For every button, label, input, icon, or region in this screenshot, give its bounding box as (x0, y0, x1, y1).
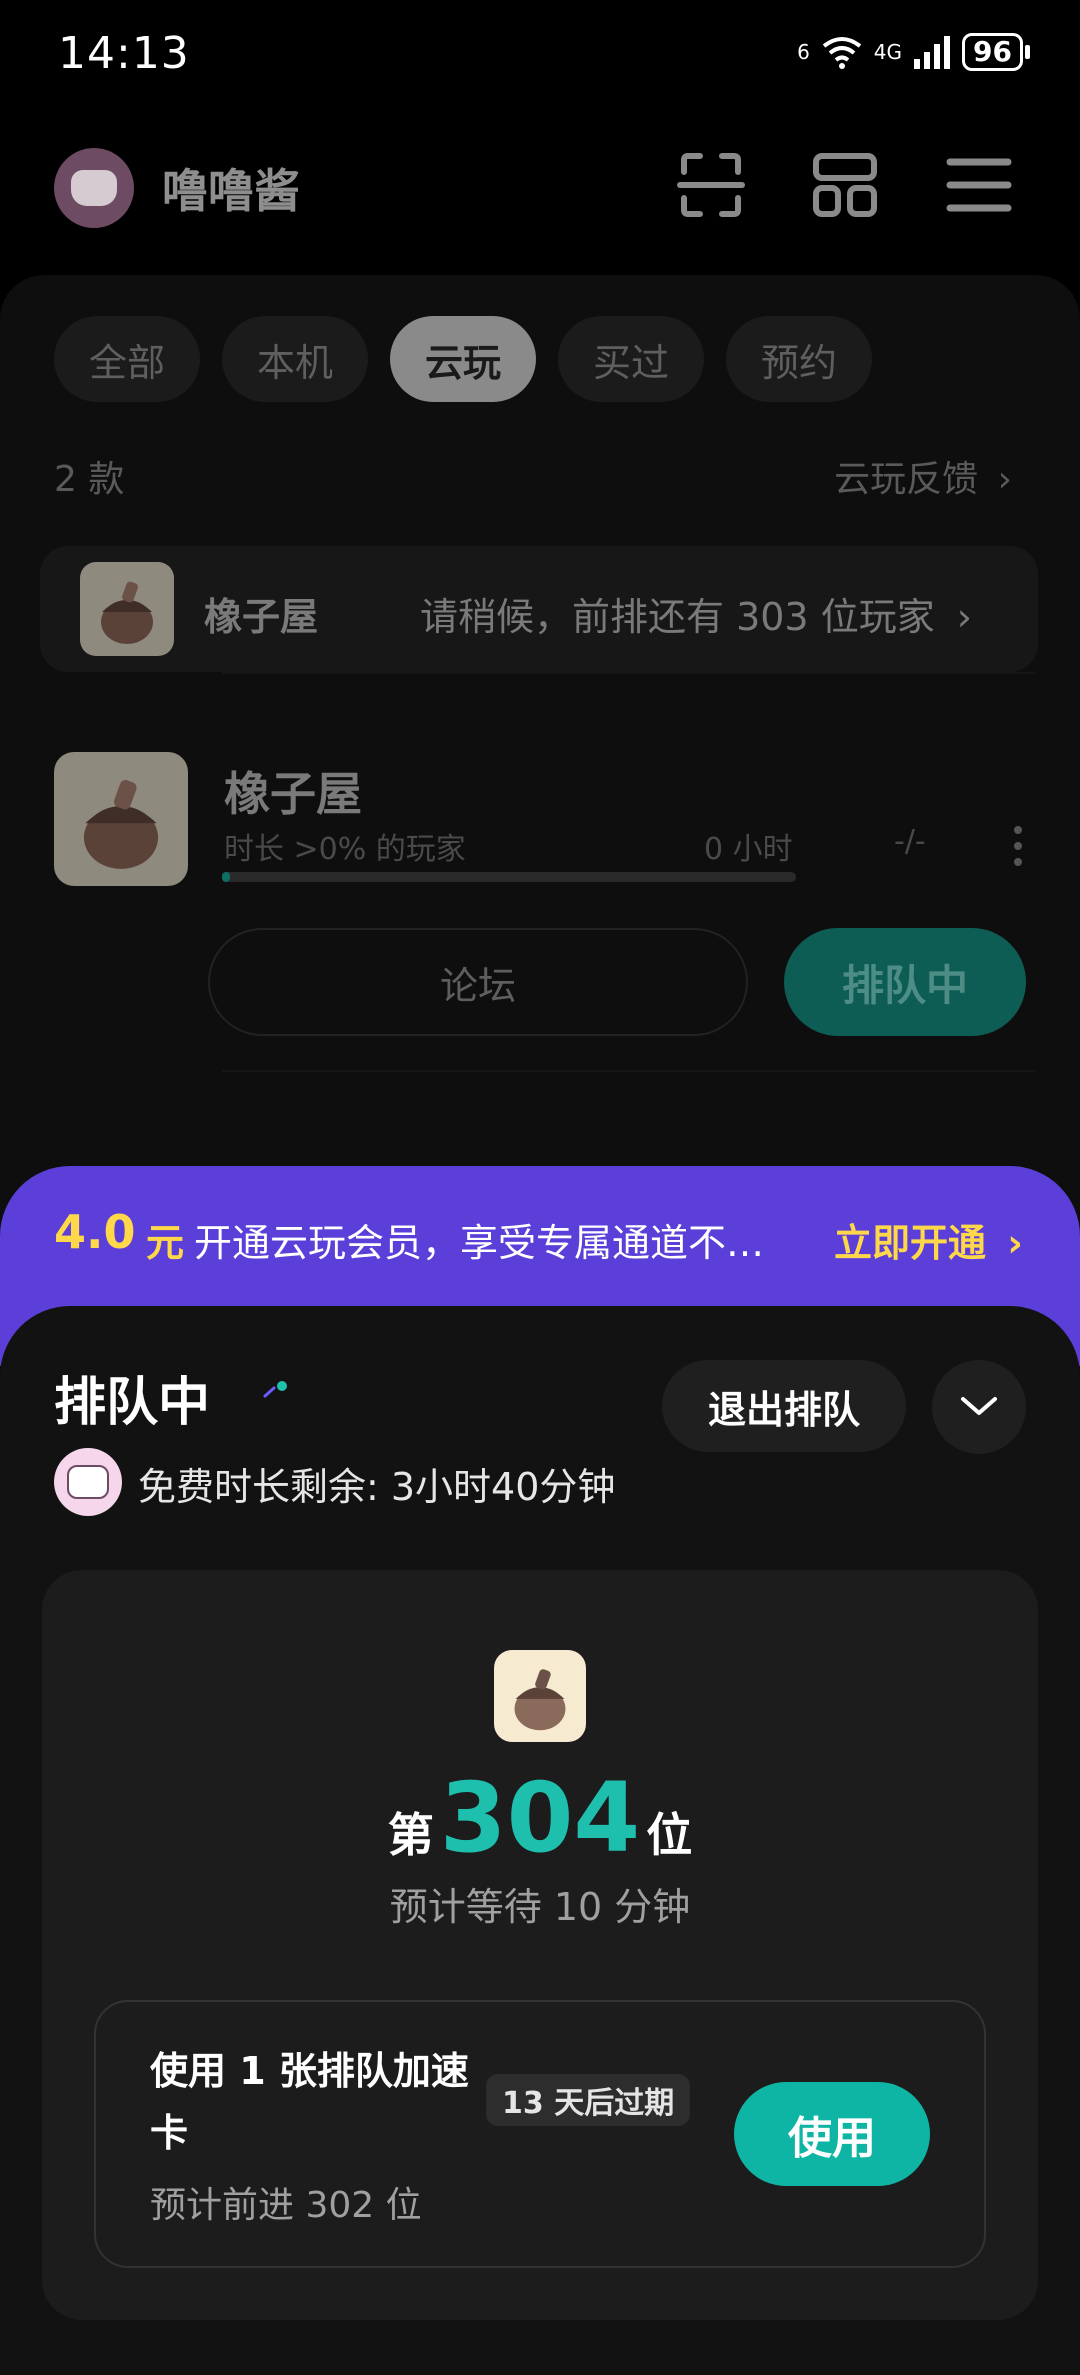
exit-queue-button[interactable]: 退出排队 (662, 1360, 906, 1452)
menu-icon[interactable] (944, 150, 1014, 220)
promo-price: 4.0 (54, 1205, 136, 1259)
game-title[interactable]: 橡子屋 (224, 758, 362, 824)
rank-prefix: 第 (387, 1808, 434, 1862)
tab-purchased[interactable]: 买过 (558, 316, 704, 402)
status-indicators: 6 4G 96 (797, 30, 1030, 74)
layout-grid-icon[interactable] (810, 150, 880, 220)
playtime-progress-track (222, 872, 796, 882)
scan-icon[interactable] (676, 150, 746, 220)
cell-signal-icon (914, 36, 951, 69)
speedup-title: 使用 1 张排队加速卡 (150, 2049, 469, 2155)
acorn-game-icon (80, 562, 174, 656)
expire-badge: 13 天后过期 (486, 2074, 691, 2126)
strip-queue-message: 请稍候，前排还有 303 位玩家 › (420, 586, 972, 641)
status-time: 14:13 (58, 28, 190, 79)
battery-indicator: 96 (962, 33, 1023, 71)
forum-button[interactable]: 论坛 (208, 928, 748, 1036)
sim-signal-label: 6 (797, 40, 810, 64)
speedup-subtitle: 预计前进 302 位 (150, 2185, 422, 2226)
tab-reserved[interactable]: 预约 (726, 316, 872, 402)
game-count: 2 款 (54, 459, 125, 500)
free-time-remaining: 免费时长剩余: 3小时40分钟 (138, 1465, 616, 1509)
divider (222, 672, 1036, 674)
promo-price-unit: 元 (146, 1221, 185, 1265)
network-type-label: 4G (873, 40, 903, 64)
feedback-label: 云玩反馈 (834, 459, 979, 500)
game-playtime-stat: 时长 >0% 的玩家 (224, 832, 466, 867)
acorn-icon (101, 581, 153, 644)
chevron-right-icon: › (956, 595, 972, 639)
estimated-wait: 预计等待 10 分钟 (389, 1885, 691, 1929)
tab-all[interactable]: 全部 (54, 316, 200, 402)
username[interactable]: 噜噜酱 (162, 155, 300, 221)
acorn-icon (514, 1669, 566, 1731)
strip-message-text: 请稍候，前排还有 303 位玩家 (420, 595, 935, 639)
strip-game-name: 橡子屋 (204, 595, 319, 639)
battery-tip (1025, 45, 1030, 59)
user-mini-avatar (54, 1448, 122, 1516)
promo-text: 开通云玩会员，享受专属通道不… (194, 1221, 765, 1265)
acorn-icon (83, 780, 159, 869)
chevron-down-icon (961, 1397, 997, 1415)
avatar-graphic (71, 170, 117, 206)
game-icon[interactable] (54, 752, 188, 886)
tab-local[interactable]: 本机 (222, 316, 368, 402)
more-options-icon[interactable] (1014, 826, 1024, 866)
loading-indicator-icon (263, 1381, 287, 1398)
chevron-right-icon: › (1007, 1221, 1023, 1265)
promo-cta-label: 立即开通 (834, 1221, 987, 1265)
queueing-button[interactable]: 排队中 (784, 928, 1026, 1036)
divider (222, 1070, 1036, 1072)
rank-suffix: 位 (646, 1808, 693, 1862)
rank-number: 304 (439, 1762, 641, 1874)
use-speedup-button[interactable]: 使用 (734, 2082, 930, 2186)
game-rating: -/- (894, 824, 926, 859)
cloud-feedback-link[interactable]: 云玩反馈 › (834, 450, 1012, 502)
queue-game-icon (494, 1650, 586, 1742)
queue-sheet-title: 排队中 (54, 1373, 211, 1433)
promo-activate-link[interactable]: 立即开通 › (834, 1212, 1023, 1267)
user-avatar[interactable] (54, 148, 134, 228)
collapse-sheet-button[interactable] (932, 1360, 1026, 1454)
chevron-right-icon: › (997, 459, 1012, 500)
queue-rank: 第304 位 (0, 1762, 1080, 1874)
playtime-progress-fill (222, 872, 230, 882)
game-hours: 0 小时 (704, 832, 793, 867)
wifi-icon (822, 37, 862, 69)
tab-cloud[interactable]: 云玩 (390, 316, 536, 402)
